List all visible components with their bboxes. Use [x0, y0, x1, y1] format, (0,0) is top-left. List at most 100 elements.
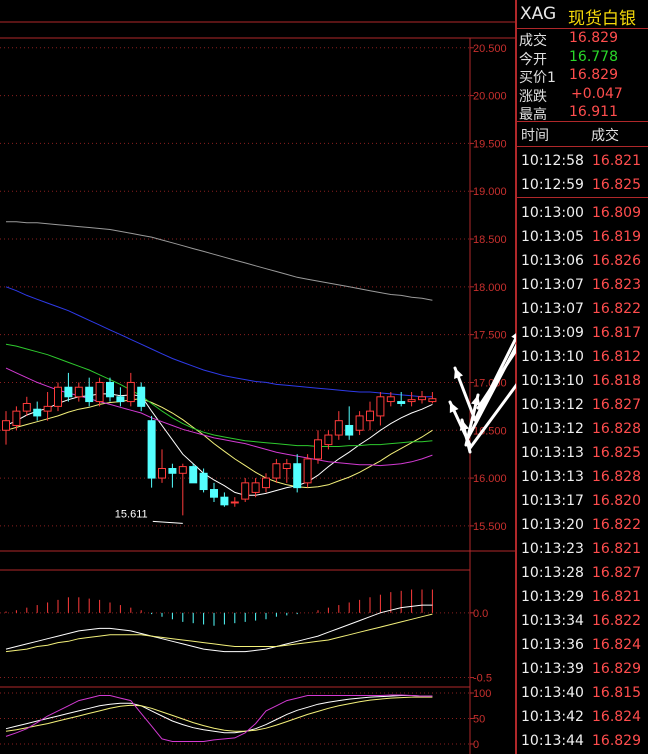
price-tick-label: 19.000 — [473, 186, 507, 198]
trade-price: 16.822 — [592, 613, 641, 629]
candle-up — [366, 410, 374, 422]
trade-row[interactable]: 10:13:34 16.822 — [517, 610, 648, 634]
candle-up — [2, 420, 10, 431]
quote-row: 成交 16.829 — [517, 29, 648, 49]
trade-time: 10:13:09 — [521, 325, 584, 341]
quote-value: 16.829 — [569, 67, 618, 83]
trade-row[interactable]: 10:13:44 16.829 — [517, 730, 648, 754]
trade-row[interactable]: 10:13:40 16.815 — [517, 682, 648, 706]
quote-panel: XAG 现货白银 成交 16.829 今开 16.778 买价1 16.829 涨跌 +0.0… — [516, 0, 648, 754]
trade-time: 10:13:07 — [521, 277, 584, 293]
trade-row[interactable]: 10:12:58 16.821 — [517, 150, 648, 174]
trade-row[interactable]: 10:13:42 16.824 — [517, 706, 648, 730]
trade-row[interactable]: 10:13:06 16.826 — [517, 250, 648, 274]
candle-down — [345, 424, 354, 436]
price-tick-label: 18.000 — [473, 282, 507, 294]
candle-up — [43, 405, 52, 412]
trade-row[interactable]: 10:13:07 16.822 — [517, 298, 648, 322]
trade-price: 16.818 — [592, 373, 641, 389]
trade-row[interactable]: 10:12:59 16.825 — [517, 174, 648, 198]
trade-price: 16.829 — [592, 661, 641, 677]
trade-price: 16.826 — [592, 253, 641, 269]
trade-price: 16.827 — [592, 397, 641, 413]
price-tick-label: 16.000 — [473, 473, 507, 485]
trade-row[interactable]: 10:13:09 16.817 — [517, 322, 648, 346]
trade-row[interactable]: 10:13:39 16.829 — [517, 658, 648, 682]
trade-price: 16.821 — [592, 541, 641, 557]
trade-price: 16.823 — [592, 277, 641, 293]
trade-price: 16.825 — [592, 445, 641, 461]
trade-row[interactable]: 10:13:23 16.821 — [517, 538, 648, 562]
candle-up — [376, 396, 385, 417]
quote-row: 今开 16.778 — [517, 48, 648, 68]
candle-down — [220, 496, 229, 506]
candle-up — [74, 386, 83, 398]
candle-up — [314, 439, 322, 460]
trade-row[interactable]: 10:13:13 16.828 — [517, 466, 648, 490]
candle-down — [137, 386, 146, 407]
trade-price: 16.827 — [592, 565, 641, 581]
trade-time: 10:13:10 — [521, 373, 584, 389]
candle-up — [262, 477, 270, 489]
arrow-stroke — [466, 343, 516, 440]
moving-average-line — [5, 286, 433, 398]
trades-header: 时间 成交 — [517, 122, 648, 144]
candle-down — [85, 386, 94, 403]
trade-row[interactable]: 10:13:36 16.824 — [517, 634, 648, 658]
trade-price: 16.812 — [592, 349, 641, 365]
trade-row[interactable]: 10:13:10 16.812 — [517, 346, 648, 370]
price-tick-label: 15.500 — [473, 521, 507, 533]
trade-time: 10:13:07 — [521, 301, 584, 317]
quote-value: +0.047 — [571, 85, 623, 102]
trade-row[interactable]: 10:13:05 16.819 — [517, 226, 648, 250]
trade-time: 10:13:13 — [521, 445, 584, 461]
trade-time: 10:13:28 — [521, 565, 584, 581]
candle-down — [64, 386, 73, 398]
quote-row: 最高 16.911 — [517, 103, 648, 123]
trade-price: 16.825 — [592, 177, 641, 193]
trade-row[interactable]: 10:13:29 16.821 — [517, 586, 648, 610]
kdj-line — [5, 696, 433, 732]
candle-down — [199, 472, 208, 491]
candle-down — [210, 489, 218, 498]
trade-time: 10:13:10 — [521, 349, 584, 365]
trade-price: 16.824 — [592, 637, 641, 653]
trade-price: 16.822 — [592, 517, 641, 533]
trade-price: 16.820 — [592, 493, 641, 509]
candle-up — [407, 399, 416, 403]
macd-tick-label: -0.5 — [473, 673, 492, 685]
candle-down — [293, 463, 302, 489]
candle-down — [33, 408, 42, 417]
trade-row[interactable]: 10:13:12 16.827 — [517, 394, 648, 418]
trade-row[interactable]: 10:13:07 16.823 — [517, 274, 648, 298]
divider — [517, 197, 648, 198]
price-tick-label: 20.500 — [473, 43, 507, 55]
trade-time: 10:13:39 — [521, 661, 584, 677]
trade-row[interactable]: 10:13:10 16.818 — [517, 370, 648, 394]
moving-average-line — [6, 221, 433, 301]
candle-up — [95, 381, 104, 403]
candle-down — [397, 401, 406, 404]
chart-area[interactable]: 20.500 20.000 19.500 19.000 18.500 18.000 17.5… — [0, 0, 516, 754]
price-tick-label: 19.500 — [473, 138, 507, 150]
trade-row[interactable]: 10:13:20 16.822 — [517, 514, 648, 538]
trade-time: 10:13:17 — [521, 493, 584, 509]
trade-time: 10:13:34 — [521, 613, 584, 629]
instrument-name: 现货白银 — [568, 9, 636, 29]
chart-canvas[interactable]: 20.500 20.000 19.500 19.000 18.500 18.000 17.5… — [0, 0, 516, 754]
trade-row[interactable]: 10:13:00 16.809 — [517, 202, 648, 226]
low-price-label: 15.611 — [115, 508, 148, 520]
trade-row[interactable]: 10:13:13 16.825 — [517, 442, 648, 466]
trade-time: 10:13:05 — [521, 229, 584, 245]
trade-row[interactable]: 10:13:12 16.828 — [517, 418, 648, 442]
trade-price: 16.821 — [592, 153, 641, 169]
candle-up — [303, 458, 312, 484]
trade-row[interactable]: 10:13:17 16.820 — [517, 490, 648, 514]
trade-price: 16.822 — [592, 301, 641, 317]
trade-time: 10:13:23 — [521, 541, 584, 557]
quote-row: 买价1 16.829 — [517, 66, 648, 86]
trade-row[interactable]: 10:13:28 16.827 — [517, 562, 648, 586]
trade-time: 10:13:42 — [521, 709, 584, 725]
candle-up — [324, 434, 333, 446]
trade-time: 10:12:58 — [521, 153, 584, 169]
